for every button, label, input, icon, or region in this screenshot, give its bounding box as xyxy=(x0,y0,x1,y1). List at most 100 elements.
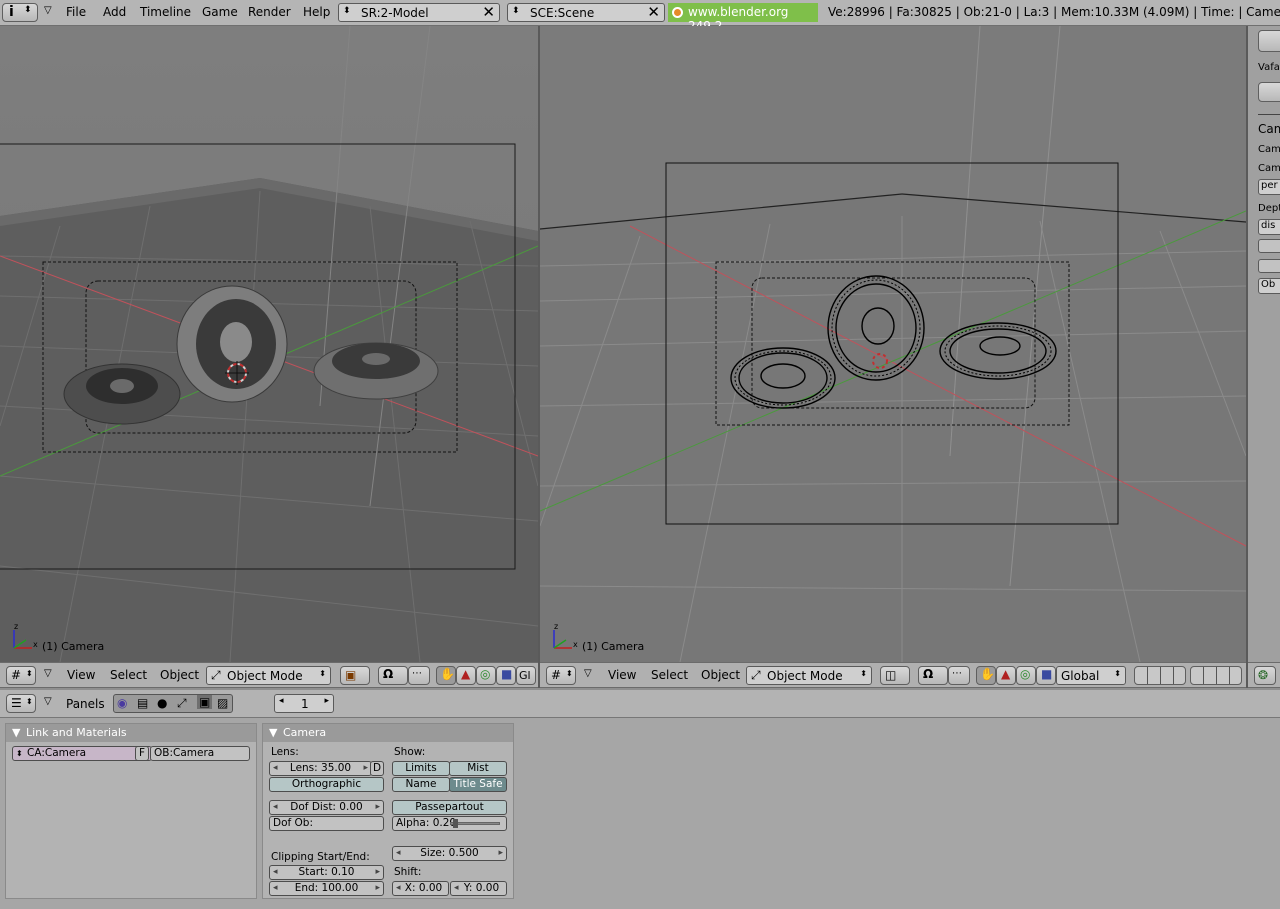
side-slider-b[interactable] xyxy=(1258,259,1280,273)
collapse-menus-icon[interactable]: ▽ xyxy=(44,5,52,16)
slider-handle[interactable] xyxy=(453,819,458,828)
dof-object-field[interactable]: Dof Ob: xyxy=(269,816,384,831)
menu-select[interactable]: Select xyxy=(110,668,147,682)
layers-block-2[interactable] xyxy=(1190,666,1242,685)
collapse-triangle-icon[interactable]: ▼ xyxy=(269,724,277,742)
lens-label: Lens: xyxy=(271,746,299,758)
camera-data-field[interactable]: ⬍ CA:Camera xyxy=(12,746,152,761)
menu-view[interactable]: View xyxy=(608,668,636,682)
lens-field[interactable]: Lens: 35.00 xyxy=(269,761,372,776)
limits-toggle[interactable]: Limits xyxy=(392,761,450,776)
menu-help[interactable]: Help xyxy=(303,5,330,19)
orthographic-toggle[interactable]: Orthographic xyxy=(269,777,384,792)
viewport-right[interactable]: z x (1) Camera xyxy=(540,26,1246,662)
info-window-type-button[interactable]: i ⬍ xyxy=(2,3,38,22)
axis-gizmo-icon xyxy=(553,630,572,649)
fake-user-button[interactable]: F xyxy=(135,746,149,761)
node-icon: ❂ xyxy=(1258,668,1269,682)
link-materials-header[interactable]: ▼ Link and Materials xyxy=(6,724,256,742)
scene-icon[interactable]: ▨ xyxy=(217,696,228,710)
mode-selector[interactable]: ⤢ Object Mode ⬍ xyxy=(206,666,331,685)
menu-timeline[interactable]: Timeline xyxy=(140,5,191,19)
side-window-type-button[interactable]: ❂ xyxy=(1254,666,1276,685)
ring-icon: ◎ xyxy=(1020,667,1031,681)
menu-object[interactable]: Object xyxy=(160,668,199,682)
screen-selector[interactable]: ⬍ SR:2-Model ✕ xyxy=(338,3,500,22)
clip-start-field[interactable]: Start: 0.10 xyxy=(269,865,384,880)
pivot-button[interactable]: Ω xyxy=(918,666,948,685)
passepartout-toggle[interactable]: Passepartout xyxy=(392,800,507,815)
orientation-button[interactable]: Gl xyxy=(516,666,536,685)
shading-icon[interactable]: ● xyxy=(157,696,167,710)
side-button-top[interactable] xyxy=(1258,30,1280,52)
snap-button[interactable]: ⋯ xyxy=(948,666,970,685)
hand-tool-button[interactable]: ✋ xyxy=(436,666,456,685)
script-icon[interactable]: ▤ xyxy=(137,696,148,710)
updown-arrows-icon: ⬍ xyxy=(860,669,867,678)
window-type-button[interactable]: ☰ ⬍ xyxy=(6,694,36,713)
snap-button[interactable]: ⋯ xyxy=(408,666,430,685)
viewport-left[interactable]: z x (1) Camera xyxy=(0,26,538,662)
delete-scene-icon[interactable]: ✕ xyxy=(647,3,660,21)
menu-object[interactable]: Object xyxy=(701,668,740,682)
menu-game[interactable]: Game xyxy=(202,5,238,19)
arrow-left-icon[interactable]: ◂ xyxy=(279,696,284,706)
menu-select[interactable]: Select xyxy=(651,668,688,682)
shift-x-field[interactable]: X: 0.00 xyxy=(392,881,449,896)
collapse-menus-icon[interactable]: ▽ xyxy=(44,668,52,679)
hand-tool-button[interactable]: ✋ xyxy=(976,666,996,685)
menu-add[interactable]: Add xyxy=(103,5,126,19)
pivot-button[interactable]: Ω xyxy=(378,666,408,685)
object-name-field[interactable]: OB:Camera xyxy=(150,746,250,761)
menu-render[interactable]: Render xyxy=(248,5,291,19)
arrow-right-icon[interactable]: ▸ xyxy=(324,696,329,706)
shift-y-field[interactable]: Y: 0.00 xyxy=(450,881,507,896)
camera-panel-header[interactable]: ▼ Camera xyxy=(263,724,513,742)
scale-button[interactable]: ■ xyxy=(1036,666,1056,685)
mist-toggle[interactable]: Mist xyxy=(449,761,507,776)
website-link[interactable]: www.blender.org 249.2 xyxy=(668,3,818,33)
title-safe-toggle[interactable]: Title Safe xyxy=(449,777,507,792)
side-label-cam-a: Cam xyxy=(1258,144,1280,155)
delete-screen-icon[interactable]: ✕ xyxy=(482,3,495,21)
camera-size-field[interactable]: Size: 0.500 xyxy=(392,846,507,861)
frame-number-field[interactable]: ◂ 1 ▸ xyxy=(274,694,334,713)
layers-block-1[interactable] xyxy=(1134,666,1186,685)
viewport-right-scene xyxy=(540,26,1246,662)
rotate-button[interactable]: ◎ xyxy=(1016,666,1036,685)
translate-button[interactable]: ▲ xyxy=(456,666,476,685)
menu-view[interactable]: View xyxy=(67,668,95,682)
side-button-second[interactable] xyxy=(1258,82,1280,102)
menu-file[interactable]: File xyxy=(66,5,86,19)
collapse-menus-icon[interactable]: ▽ xyxy=(44,696,52,707)
side-field-ob[interactable]: Ob xyxy=(1258,278,1280,294)
side-field-dis[interactable]: dis xyxy=(1258,219,1280,235)
draw-type-button[interactable]: ▣ xyxy=(340,666,370,685)
side-slider-a[interactable] xyxy=(1258,239,1280,253)
draw-type-button[interactable]: ◫ xyxy=(880,666,910,685)
mode-selector[interactable]: ⤢ Object Mode ⬍ xyxy=(746,666,872,685)
scene-selector[interactable]: ⬍ SCE:Scene ✕ xyxy=(507,3,665,22)
logic-icon[interactable]: ◉ xyxy=(117,696,127,710)
rotate-button[interactable]: ◎ xyxy=(476,666,496,685)
alpha-slider[interactable]: Alpha: 0.20 xyxy=(392,816,507,831)
collapse-triangle-icon[interactable]: ▼ xyxy=(12,724,20,742)
editing-icon[interactable]: ▣ xyxy=(197,695,213,709)
name-toggle[interactable]: Name xyxy=(392,777,450,792)
object-icon[interactable]: ⤢ xyxy=(177,696,187,711)
translate-button[interactable]: ▲ xyxy=(996,666,1016,685)
hand-icon: ✋ xyxy=(980,667,995,681)
clipping-label: Clipping Start/End: xyxy=(271,851,370,863)
orientation-selector[interactable]: Global ⬍ xyxy=(1056,666,1126,685)
window-type-button[interactable]: # ⬍ xyxy=(6,666,36,685)
dof-dist-field[interactable]: Dof Dist: 0.00 xyxy=(269,800,384,815)
window-type-button[interactable]: # ⬍ xyxy=(546,666,576,685)
side-field-per[interactable]: per xyxy=(1258,179,1280,195)
scale-button[interactable]: ■ xyxy=(496,666,516,685)
clip-end-field[interactable]: End: 100.00 xyxy=(269,881,384,896)
lens-unit-toggle[interactable]: D xyxy=(370,761,384,776)
scene-name: SCE:Scene xyxy=(530,6,595,20)
axis-z-label: z xyxy=(554,622,559,631)
show-label: Show: xyxy=(394,746,426,758)
collapse-menus-icon[interactable]: ▽ xyxy=(584,668,592,679)
